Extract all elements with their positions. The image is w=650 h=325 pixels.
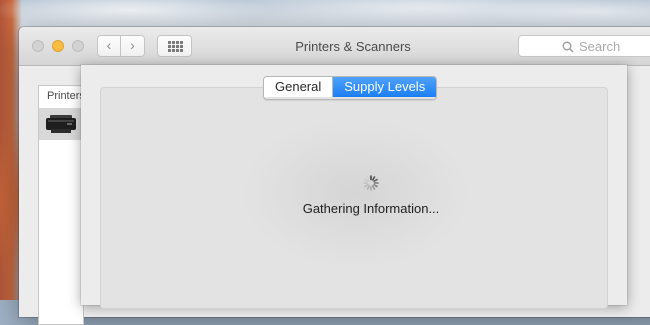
printer-options-sheet: Gathering Information... General Supply … bbox=[81, 65, 627, 309]
grid-icon bbox=[168, 41, 183, 52]
chevron-left-icon: ‹ bbox=[106, 37, 112, 53]
wallpaper-clouds bbox=[0, 0, 650, 30]
printer-list-item[interactable] bbox=[39, 108, 83, 140]
tab-segmented-control: General Supply Levels bbox=[263, 76, 438, 100]
printer-list-header-label: Printers bbox=[47, 90, 83, 102]
search-icon bbox=[562, 41, 574, 53]
printer-icon bbox=[46, 115, 76, 133]
tab-supply-levels[interactable]: Supply Levels bbox=[332, 77, 437, 97]
close-window-button[interactable] bbox=[32, 40, 44, 52]
show-all-button[interactable] bbox=[157, 35, 192, 57]
window-title: Printers & Scanners bbox=[295, 39, 411, 54]
back-button[interactable]: ‹ bbox=[97, 35, 121, 57]
search-field[interactable]: Search bbox=[518, 35, 650, 57]
printer-list: Printers bbox=[38, 85, 84, 325]
status-text: Gathering Information... bbox=[302, 201, 440, 216]
spinner-icon bbox=[363, 175, 379, 191]
supply-levels-panel: Gathering Information... bbox=[100, 87, 608, 309]
chevron-right-icon: › bbox=[130, 37, 135, 53]
loading-glow bbox=[241, 118, 471, 268]
window-titlebar: ‹ › Printers & Scanners Search bbox=[19, 27, 650, 66]
tab-general[interactable]: General bbox=[264, 77, 333, 97]
printer-list-header: Printers bbox=[39, 86, 83, 109]
forward-button[interactable]: › bbox=[121, 35, 145, 57]
zoom-window-button[interactable] bbox=[72, 40, 84, 52]
search-placeholder: Search bbox=[579, 39, 621, 54]
minimize-window-button[interactable] bbox=[52, 40, 64, 52]
